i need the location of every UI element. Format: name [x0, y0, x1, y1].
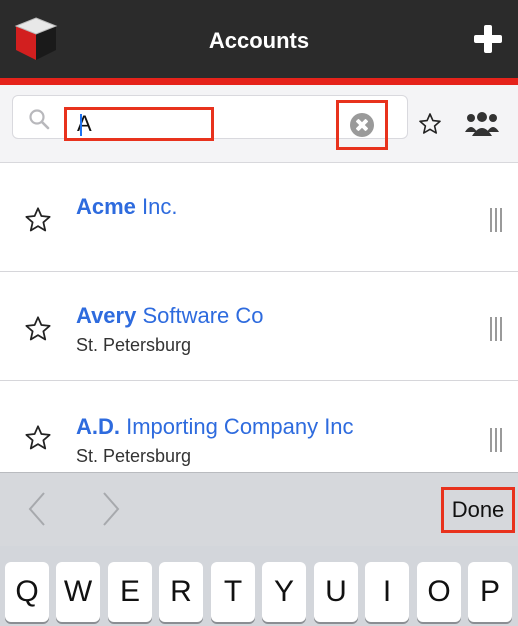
account-name-rest: Importing Company Inc	[120, 414, 354, 439]
drag-handle-icon[interactable]	[490, 317, 504, 341]
key-q[interactable]: Q	[5, 562, 49, 622]
key-t[interactable]: T	[211, 562, 255, 622]
star-outline-icon[interactable]	[24, 424, 52, 452]
star-outline-icon[interactable]	[24, 206, 52, 234]
key-i[interactable]: I	[365, 562, 409, 622]
account-name-match: Avery	[76, 303, 137, 328]
clear-icon[interactable]	[350, 113, 374, 137]
star-outline-icon[interactable]	[418, 112, 442, 136]
list-item[interactable]: Avery Software Co St. Petersburg	[0, 273, 518, 381]
account-name-rest: Inc.	[135, 194, 178, 219]
account-name[interactable]: Avery Software Co	[76, 303, 264, 329]
group-icon[interactable]	[464, 110, 500, 138]
chevron-right-icon[interactable]	[100, 491, 122, 527]
account-name-match: Acme	[76, 194, 136, 219]
key-w[interactable]: W	[56, 562, 100, 622]
plus-icon[interactable]	[474, 25, 502, 53]
key-e[interactable]: E	[108, 562, 152, 622]
star-outline-icon[interactable]	[24, 315, 52, 343]
search-input[interactable]	[64, 107, 214, 141]
account-name[interactable]: A.D. Importing Company Inc	[76, 414, 354, 440]
drag-handle-icon[interactable]	[490, 208, 504, 232]
account-name[interactable]: Acme Inc.	[76, 194, 178, 220]
done-button[interactable]: Done	[441, 487, 515, 533]
list-item[interactable]: Acme Inc.	[0, 164, 518, 272]
text-cursor	[80, 114, 82, 136]
key-u[interactable]: U	[314, 562, 358, 622]
account-name-match: A.D.	[76, 414, 120, 439]
clear-search-button[interactable]	[336, 100, 388, 150]
chevron-left-icon[interactable]	[26, 491, 48, 527]
account-city: St. Petersburg	[76, 446, 192, 466]
account-name-rest: Software Co	[136, 303, 264, 328]
key-r[interactable]: R	[159, 562, 203, 622]
account-city: St. Petersburg	[76, 335, 192, 355]
header-accent-line	[0, 78, 518, 85]
key-o[interactable]: O	[417, 562, 461, 622]
drag-handle-icon[interactable]	[490, 428, 504, 452]
page-title: Accounts	[208, 28, 310, 53]
key-y[interactable]: Y	[262, 562, 306, 622]
search-icon	[29, 109, 50, 130]
key-p[interactable]: P	[468, 562, 512, 622]
